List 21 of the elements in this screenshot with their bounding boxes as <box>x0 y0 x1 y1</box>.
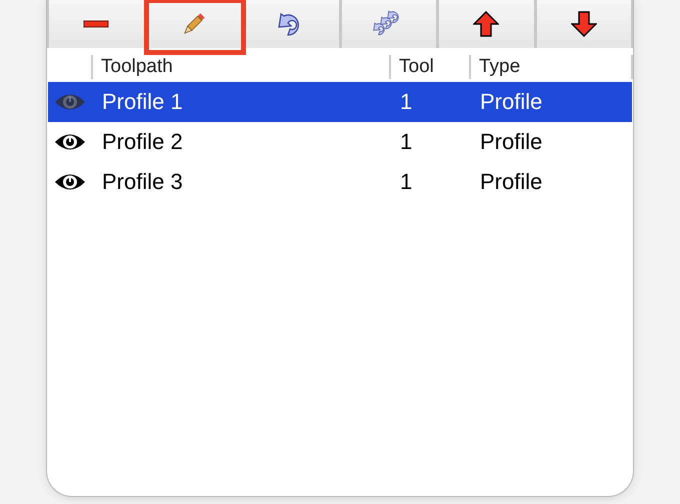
table-cell-text: Profile 3 <box>101 169 184 195</box>
down-arrow-icon <box>570 11 597 37</box>
up-arrow-icon <box>473 11 500 37</box>
table-cell-text: Profile <box>479 89 544 115</box>
table-row[interactable]: Profile 3 1 Profile <box>48 162 632 202</box>
table-cell-text: Profile 1 <box>101 89 184 115</box>
table-row[interactable]: Profile 2 1 Profile <box>48 122 632 162</box>
column-header[interactable]: Toolpath <box>91 55 389 79</box>
table-cell-text: 1 <box>399 129 414 155</box>
minus-icon <box>83 20 110 28</box>
table-cell-text: Profile <box>479 129 544 155</box>
column-header[interactable]: Type <box>469 55 633 79</box>
column-header[interactable]: Tool <box>389 55 469 79</box>
toolbar-button[interactable] <box>439 0 534 48</box>
table-cell-text: Profile 2 <box>101 129 184 155</box>
table-cell-text: 1 <box>399 169 414 195</box>
table-row[interactable]: Profile 1 1 Profile <box>48 82 632 122</box>
table-cell-text: 1 <box>399 89 414 115</box>
toolbar-button[interactable] <box>244 0 338 48</box>
toolbar-button[interactable] <box>536 0 631 48</box>
table-cell-text: Profile <box>479 169 544 195</box>
